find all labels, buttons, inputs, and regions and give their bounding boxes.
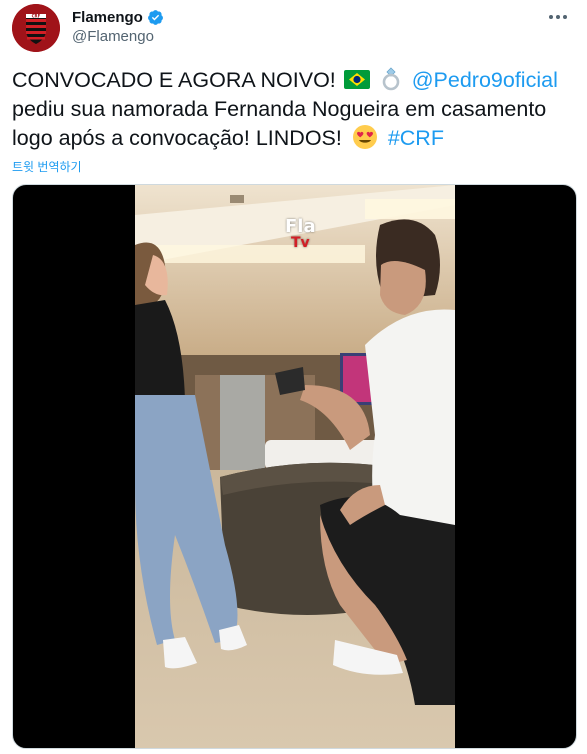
video-frame[interactable]: Fla Tv [135, 185, 455, 748]
tweet-text-part2: pediu sua namorada Fernanda Nogueira em … [12, 97, 547, 150]
fla-tv-watermark: Fla Tv [285, 216, 316, 252]
translate-tweet-link[interactable]: 트윗 번역하기 [12, 158, 82, 175]
hashtag-link[interactable]: #CRF [388, 126, 444, 150]
tweet-header: CRF Flamengo @Flamengo [12, 4, 575, 54]
ring-emoji [380, 67, 402, 91]
flamengo-crest-icon[interactable]: CRF [12, 4, 60, 52]
mention-link[interactable]: @Pedro9oficial [412, 68, 558, 92]
tweet-video[interactable]: Fla Tv [12, 184, 577, 749]
tweet-text-part1: CONVOCADO E AGORA NOIVO! [12, 68, 336, 92]
watermark-main: Fla [285, 216, 316, 237]
svg-text:CRF: CRF [32, 14, 41, 19]
verified-badge-icon [147, 9, 163, 25]
brazil-flag-emoji [343, 70, 370, 89]
account-handle[interactable]: @Flamengo [72, 28, 163, 45]
watermark-sub: Tv [291, 235, 310, 251]
proposal-video-still [135, 185, 455, 748]
display-name[interactable]: Flamengo [72, 9, 143, 26]
heart-eyes-emoji [352, 124, 378, 150]
more-options-icon[interactable] [543, 6, 573, 28]
tweet-text: CONVOCADO E AGORA NOIVO! @Pedro9oficial … [12, 66, 577, 153]
